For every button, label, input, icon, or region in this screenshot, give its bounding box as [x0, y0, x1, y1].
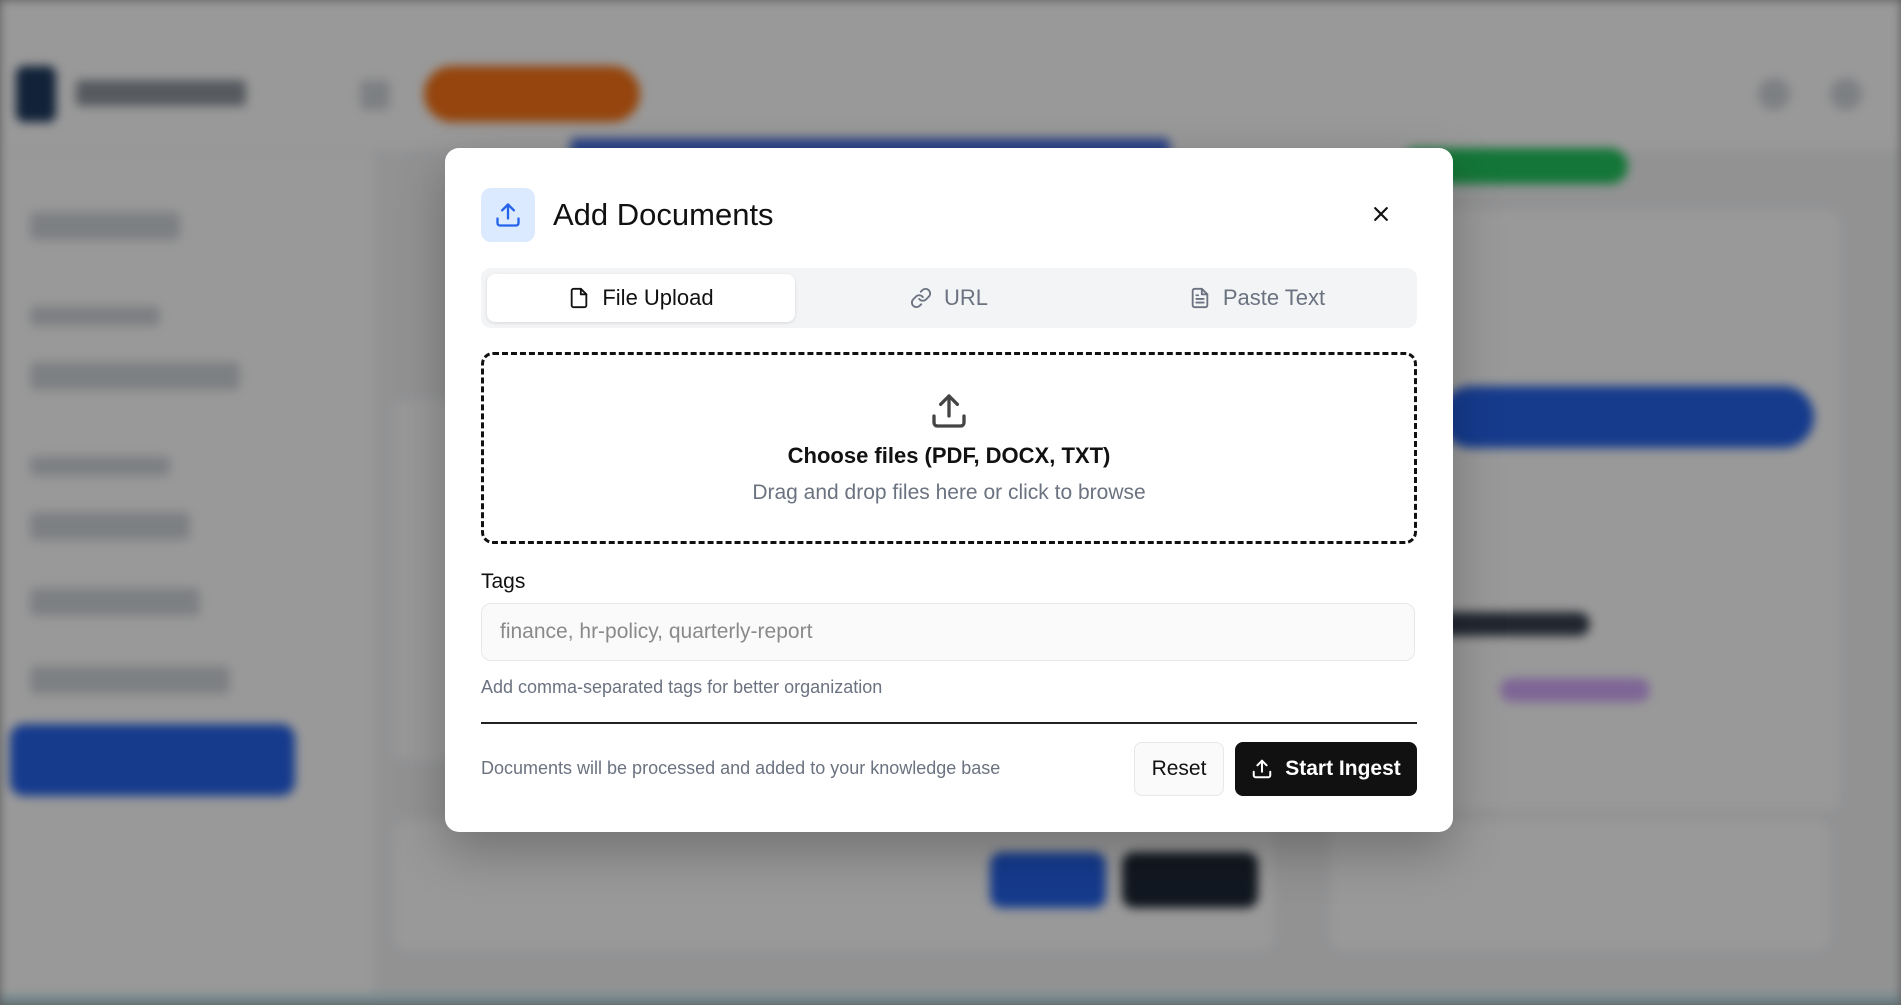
start-ingest-label: Start Ingest: [1285, 757, 1401, 780]
tab-label: URL: [943, 285, 988, 310]
tags-help-text: Add comma-separated tags for better orga…: [481, 677, 883, 697]
dropzone-subtitle: Drag and drop files here or click to bro…: [752, 481, 1146, 504]
tab-paste-text[interactable]: Paste Text: [1103, 274, 1411, 322]
reset-button[interactable]: Reset: [1134, 742, 1224, 796]
upload-icon: [481, 188, 535, 242]
footer-divider: [481, 722, 1417, 724]
file-dropzone[interactable]: Choose files (PDF, DOCX, TXT) Drag and d…: [481, 352, 1417, 544]
footer-note: Documents will be processed and added to…: [481, 758, 1001, 778]
tags-label: Tags: [481, 570, 526, 593]
tags-input[interactable]: [481, 603, 1415, 661]
add-documents-dialog: Add Documents File Upload URL Paste Text…: [445, 148, 1453, 832]
close-button[interactable]: [1365, 198, 1397, 230]
tab-url[interactable]: URL: [795, 274, 1103, 322]
tab-file-upload[interactable]: File Upload: [487, 274, 795, 322]
document-text-icon: [1191, 287, 1209, 309]
dialog-title: Add Documents: [553, 197, 774, 232]
file-icon: [571, 287, 588, 309]
start-ingest-button[interactable]: Start Ingest: [1235, 742, 1417, 796]
tab-label: File Upload: [602, 285, 714, 310]
close-icon: [1374, 207, 1388, 221]
link-icon: [910, 287, 932, 309]
dropzone-title: Choose files (PDF, DOCX, TXT): [787, 443, 1111, 468]
upload-icon: [1252, 759, 1272, 779]
source-tabs: File Upload URL Paste Text: [481, 268, 1417, 328]
upload-icon: [932, 394, 966, 428]
tab-label: Paste Text: [1222, 285, 1326, 310]
